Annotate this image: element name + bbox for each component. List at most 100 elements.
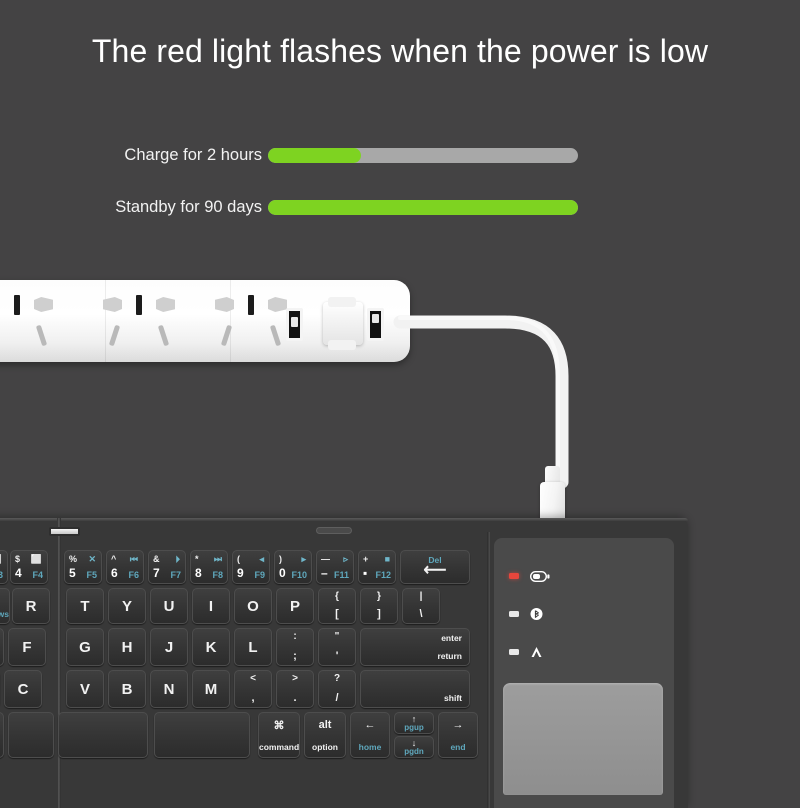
key-fn-label: F7 <box>170 570 181 580</box>
key-fn-label: F10 <box>291 570 307 580</box>
trackpad[interactable] <box>503 683 663 795</box>
key-media-icon: ■ <box>384 554 390 564</box>
key-q-y[interactable]: Y <box>108 588 146 624</box>
key-label: 0 <box>279 566 286 580</box>
key-symbol: : <box>293 631 297 642</box>
key-fn-label: F12 <box>375 570 391 580</box>
key-q-u[interactable]: U <box>150 588 188 624</box>
key-b-<[interactable]: <, <box>234 670 272 708</box>
key-b-c[interactable]: C <box>4 670 42 708</box>
key-symbol: alt <box>318 719 332 731</box>
key-blank-2[interactable] <box>58 712 148 758</box>
key-symbol: { <box>335 591 339 602</box>
key-mod-pgup[interactable]: ↑ pgup <box>394 712 434 734</box>
battery-icon <box>530 570 550 582</box>
key-fn-F4[interactable]: $ ⬜ 4 F4 <box>10 550 48 584</box>
key-b-v[interactable]: V <box>66 670 104 708</box>
foldable-keyboard: D⬜3F3 $ ⬜ 4 F4% ✕ 5 F5 ^ ⏮ 6 F6 & ⏵ 7 F7 * ⏭ 8 F8 (◂ 9 F9) ▸ 0 F1… <box>0 518 688 808</box>
key-q-p[interactable]: P <box>276 588 314 624</box>
key-q-}[interactable]: }] <box>360 588 398 624</box>
key-fn-F9[interactable]: (◂ 9 F9 <box>232 550 270 584</box>
key-media-icon: ▸ <box>301 554 306 564</box>
key-label: P <box>289 597 300 615</box>
key-media-icon: ◂ <box>259 554 264 564</box>
key-h-enter[interactable]: enter return <box>360 628 470 666</box>
key-q-{[interactable]: {[ <box>318 588 356 624</box>
bluetooth-indicator <box>509 604 550 624</box>
charge-progress-fill <box>268 147 361 163</box>
key-h-h[interactable]: H <box>108 628 146 666</box>
key-sublabel: pgup <box>404 723 424 732</box>
key-h-j[interactable]: J <box>150 628 188 666</box>
hinge-latch[interactable] <box>49 527 80 536</box>
key-fn-label: F8 <box>212 570 223 580</box>
key-fn-F10[interactable]: ) ▸ 0 F10 <box>274 550 312 584</box>
key-b-m[interactable]: M <box>192 670 230 708</box>
key-blank-1[interactable] <box>8 712 54 758</box>
key-h-g[interactable]: G <box>66 628 104 666</box>
key-blank-3[interactable] <box>154 712 250 758</box>
key-symbol: ⌘ <box>273 720 285 732</box>
key-fn-F8[interactable]: * ⏭ 8 F8 <box>190 550 228 584</box>
key-fn-F3[interactable]: D⬜3F3 <box>0 550 8 584</box>
key-b-n[interactable]: N <box>150 670 188 708</box>
key-q-t[interactable]: T <box>66 588 104 624</box>
key-q-r[interactable]: R <box>12 588 50 624</box>
key-sublabel: / <box>335 692 339 704</box>
key-mod-home[interactable]: ← home <box>350 712 390 758</box>
key-b-?[interactable]: ? / <box>318 670 356 708</box>
key-q-windows[interactable]: windows <box>0 588 10 624</box>
key-fn-F5[interactable]: % ✕ 5 F5 <box>64 550 102 584</box>
key-h-"[interactable]: " ' <box>318 628 356 666</box>
key-label: enter <box>441 633 462 643</box>
key-fn-F7[interactable]: & ⏵ 7 F7 <box>148 550 186 584</box>
key-symbol: ( <box>237 554 240 564</box>
key-fn-label: F11 <box>333 570 349 580</box>
key-sublabel: option <box>312 742 338 752</box>
key-q-o[interactable]: O <box>234 588 272 624</box>
key-q-i[interactable]: I <box>192 588 230 624</box>
key-b-shift[interactable]: shift <box>360 670 470 708</box>
key-symbol: ? <box>333 673 341 684</box>
bluetooth-icon <box>530 607 543 621</box>
key-label: B <box>121 680 133 698</box>
capslock-indicator <box>509 642 550 662</box>
key-h-l[interactable]: L <box>234 628 272 666</box>
key-fn-F11[interactable]: — ▹ – F11 <box>316 550 354 584</box>
key-mod-command[interactable]: ⌘ command <box>258 712 300 758</box>
key-mod-end[interactable]: → end <box>438 712 478 758</box>
usb-connector <box>540 482 565 522</box>
key-fn-label: F6 <box>128 570 139 580</box>
key-symbol: & <box>153 554 160 564</box>
key-sublabel: . <box>293 692 297 704</box>
caps-arrow-icon <box>530 645 543 659</box>
key-h-k[interactable]: K <box>192 628 230 666</box>
charge-label: Charge for 2 hours <box>124 145 262 164</box>
key-label: 5 <box>69 566 76 580</box>
key-h-d[interactable]: D <box>0 628 4 666</box>
key-symbol: % <box>69 554 78 564</box>
key-b-b[interactable]: B <box>108 670 146 708</box>
key-fn-F12[interactable]: + ■ ▪ F12 <box>358 550 396 584</box>
fold-hinge-line <box>57 518 61 808</box>
key-mod-pgdn[interactable]: ↓ pgdn <box>394 736 434 758</box>
key-label: T <box>80 597 90 615</box>
key-q-|[interactable]: | \ <box>402 588 440 624</box>
key-blank-0[interactable] <box>0 712 4 758</box>
key-h-f[interactable]: F <box>8 628 46 666</box>
bluetooth-led <box>509 611 519 617</box>
key-h-:[interactable]: :; <box>276 628 314 666</box>
key-media-icon: ⬜ <box>30 554 42 564</box>
key-symbol: ^ <box>111 554 117 564</box>
key-mod-option[interactable]: alt option <box>304 712 346 758</box>
key-symbol: < <box>250 673 256 684</box>
stat-row-charge: Charge for 2 hours <box>0 140 800 170</box>
key-b->[interactable]: >. <box>276 670 314 708</box>
key-media-icon: ▹ <box>343 554 348 564</box>
key-fn-Del[interactable]: Del ⟵ <box>400 550 470 584</box>
key-label: 7 <box>153 566 160 580</box>
key-label: D <box>0 629 3 665</box>
key-sublabel: pgdn <box>404 747 424 756</box>
key-fn-F6[interactable]: ^ ⏮ 6 F6 <box>106 550 144 584</box>
page-title: The red light flashes when the power is … <box>91 33 709 69</box>
